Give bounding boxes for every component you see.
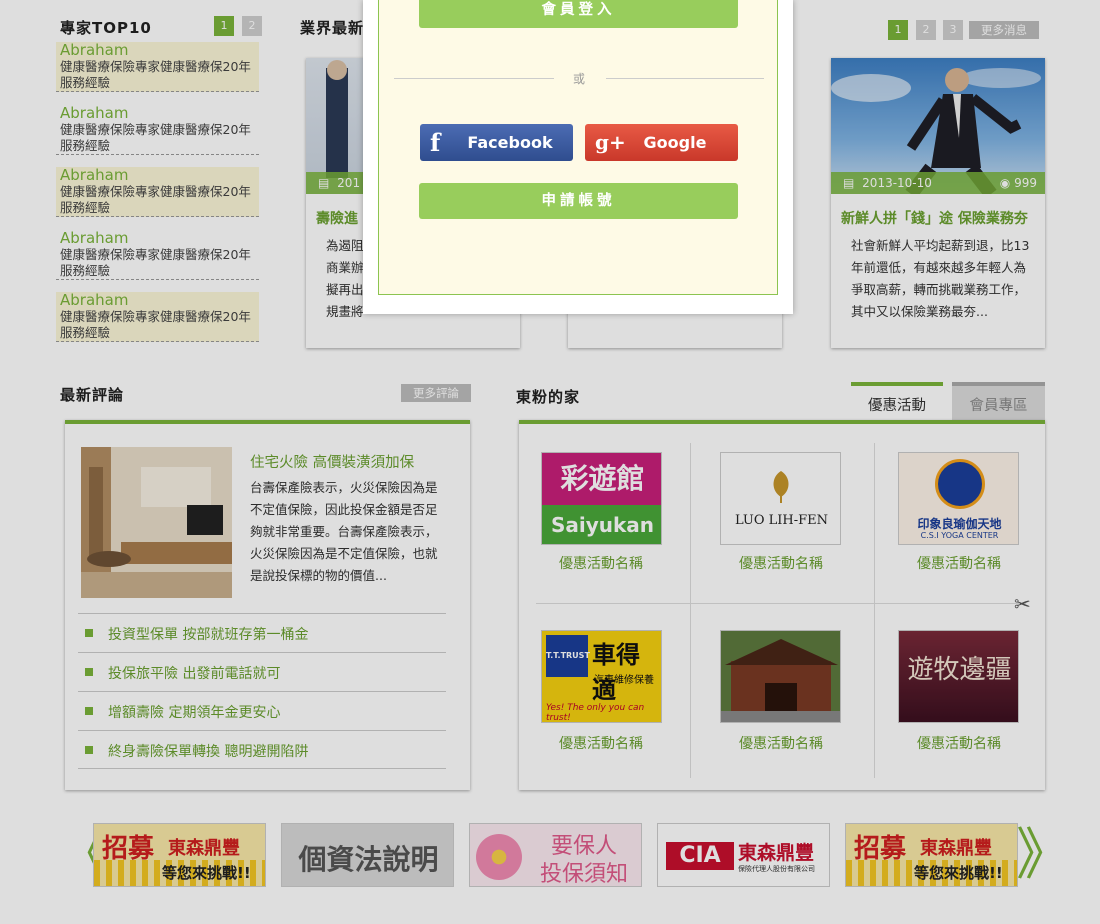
facebook-icon: f (430, 128, 441, 157)
divider-line (394, 78, 554, 79)
google-plus-icon: g+ (595, 130, 626, 154)
divider-line (606, 78, 764, 79)
divider-or-text: 或 (572, 72, 585, 86)
facebook-label: Facebook (467, 133, 553, 152)
facebook-login-button[interactable]: f Facebook (420, 124, 573, 161)
google-label: Google (643, 133, 707, 152)
member-login-button[interactable]: 會員登入 (419, 0, 738, 28)
login-modal: 會員登入 或 f Facebook g+ Google 申請帳號 (363, 0, 793, 314)
login-modal-body: 會員登入 或 f Facebook g+ Google 申請帳號 (378, 0, 778, 295)
google-login-button[interactable]: g+ Google (585, 124, 738, 161)
register-button[interactable]: 申請帳號 (419, 183, 738, 219)
